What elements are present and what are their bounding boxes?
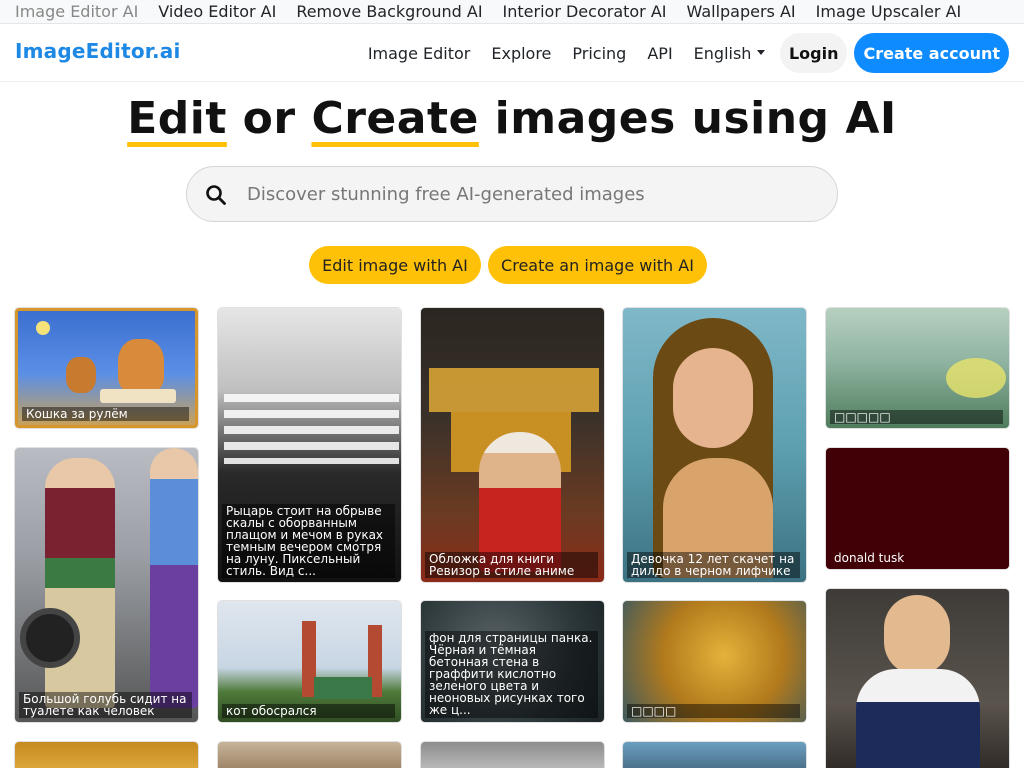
car-wheel [20, 608, 80, 668]
gallery-item[interactable] [15, 742, 198, 768]
promo-link-video-editor[interactable]: Video Editor AI [158, 1, 276, 23]
title-rest: images using AI [478, 93, 897, 144]
gallery-caption: кот обосрался [222, 704, 395, 718]
brand-logo[interactable]: ImageEditor.ai [15, 39, 181, 63]
gallery-item[interactable]: □□□□ [623, 601, 806, 722]
cat-illustration [118, 339, 164, 393]
jacket-illustration [856, 669, 980, 768]
character-figure [479, 432, 561, 572]
language-label: English [693, 43, 752, 63]
language-dropdown[interactable]: English [683, 44, 776, 63]
title-word-edit: Edit [127, 93, 227, 144]
gallery-item[interactable]: кот обосрался [218, 601, 401, 722]
chevron-down-icon [757, 49, 766, 55]
search-input[interactable] [247, 167, 807, 221]
gallery-item[interactable]: Большой голубь сидит на туалете как чело… [15, 448, 198, 722]
promo-strip: Image Editor AI Video Editor AI Remove B… [0, 0, 1024, 24]
edit-image-button[interactable]: Edit image with AI [309, 246, 481, 284]
nav-link-explore[interactable]: Explore [481, 44, 562, 63]
gallery-caption: Большой голубь сидит на туалете как чело… [19, 692, 192, 718]
promo-link-wallpapers[interactable]: Wallpapers AI [687, 1, 796, 23]
cat-illustration [66, 357, 96, 393]
gallery-item[interactable]: фон для страницы панка. Чёрная и тёмная … [421, 601, 604, 722]
navbar: ImageEditor.ai Image Editor Explore Pric… [0, 24, 1024, 82]
glow-illustration [946, 358, 1006, 398]
create-image-button[interactable]: Create an image with AI [488, 246, 707, 284]
page-title: Edit or Create images using AI [0, 92, 1024, 146]
gallery-item[interactable]: Обложка для книги Ревизор в стиле аниме [421, 308, 604, 582]
gallery-item[interactable]: donald tusk [826, 448, 1009, 569]
gallery-item[interactable] [623, 742, 806, 768]
nav-links: Image Editor Explore Pricing API English… [357, 24, 1009, 82]
create-account-button[interactable]: Create account [854, 33, 1009, 73]
title-word-create: Create [311, 93, 479, 144]
person-figure [45, 458, 115, 708]
nav-link-image-editor[interactable]: Image Editor [357, 44, 481, 63]
gallery-item[interactable]: Девочка 12 лет скачет на дилдо в черном … [623, 308, 806, 582]
gallery-item[interactable] [218, 742, 401, 768]
nav-link-pricing[interactable]: Pricing [562, 44, 637, 63]
promo-link-interior-decorator[interactable]: Interior Decorator AI [503, 1, 667, 23]
search-icon [206, 185, 226, 205]
pixel-text-overlay [224, 394, 399, 464]
search-bar[interactable] [186, 166, 838, 222]
promo-link-image-editor[interactable]: Image Editor AI [15, 1, 138, 23]
gallery-caption: Девочка 12 лет скачет на дилдо в черном … [627, 552, 800, 578]
gallery-caption: donald tusk [834, 551, 905, 565]
gallery-caption: Обложка для книги Ревизор в стиле аниме [425, 552, 598, 578]
nav-link-api[interactable]: API [637, 44, 683, 63]
face-illustration [673, 348, 753, 448]
promo-link-image-upscaler[interactable]: Image Upscaler AI [816, 1, 962, 23]
person-figure [884, 595, 950, 675]
person-figure [150, 448, 198, 708]
gold-lettering [429, 368, 599, 412]
gallery-item[interactable]: Рыцарь стоит на обрыве скалы с оборванны… [218, 308, 401, 582]
gallery-item[interactable]: □□□□□ [826, 308, 1009, 428]
gallery-caption: Рыцарь стоит на обрыве скалы с оборванны… [222, 504, 395, 578]
gallery-item[interactable] [826, 589, 1009, 768]
gallery-caption: □□□□ [627, 704, 800, 718]
gallery-caption: Кошка за рулём [22, 407, 189, 421]
login-button[interactable]: Login [779, 33, 848, 73]
gallery-item[interactable] [421, 742, 604, 768]
title-word-or: or [226, 93, 312, 144]
promo-link-remove-background[interactable]: Remove Background AI [296, 1, 482, 23]
book-illustration [100, 389, 176, 403]
building-illustration [314, 677, 372, 699]
moon-illustration [36, 321, 50, 335]
gallery-caption: □□□□□ [830, 410, 1003, 424]
gallery-item[interactable]: Кошка за рулём [15, 308, 198, 428]
gallery-caption: фон для страницы панка. Чёрная и тёмная … [425, 631, 598, 718]
